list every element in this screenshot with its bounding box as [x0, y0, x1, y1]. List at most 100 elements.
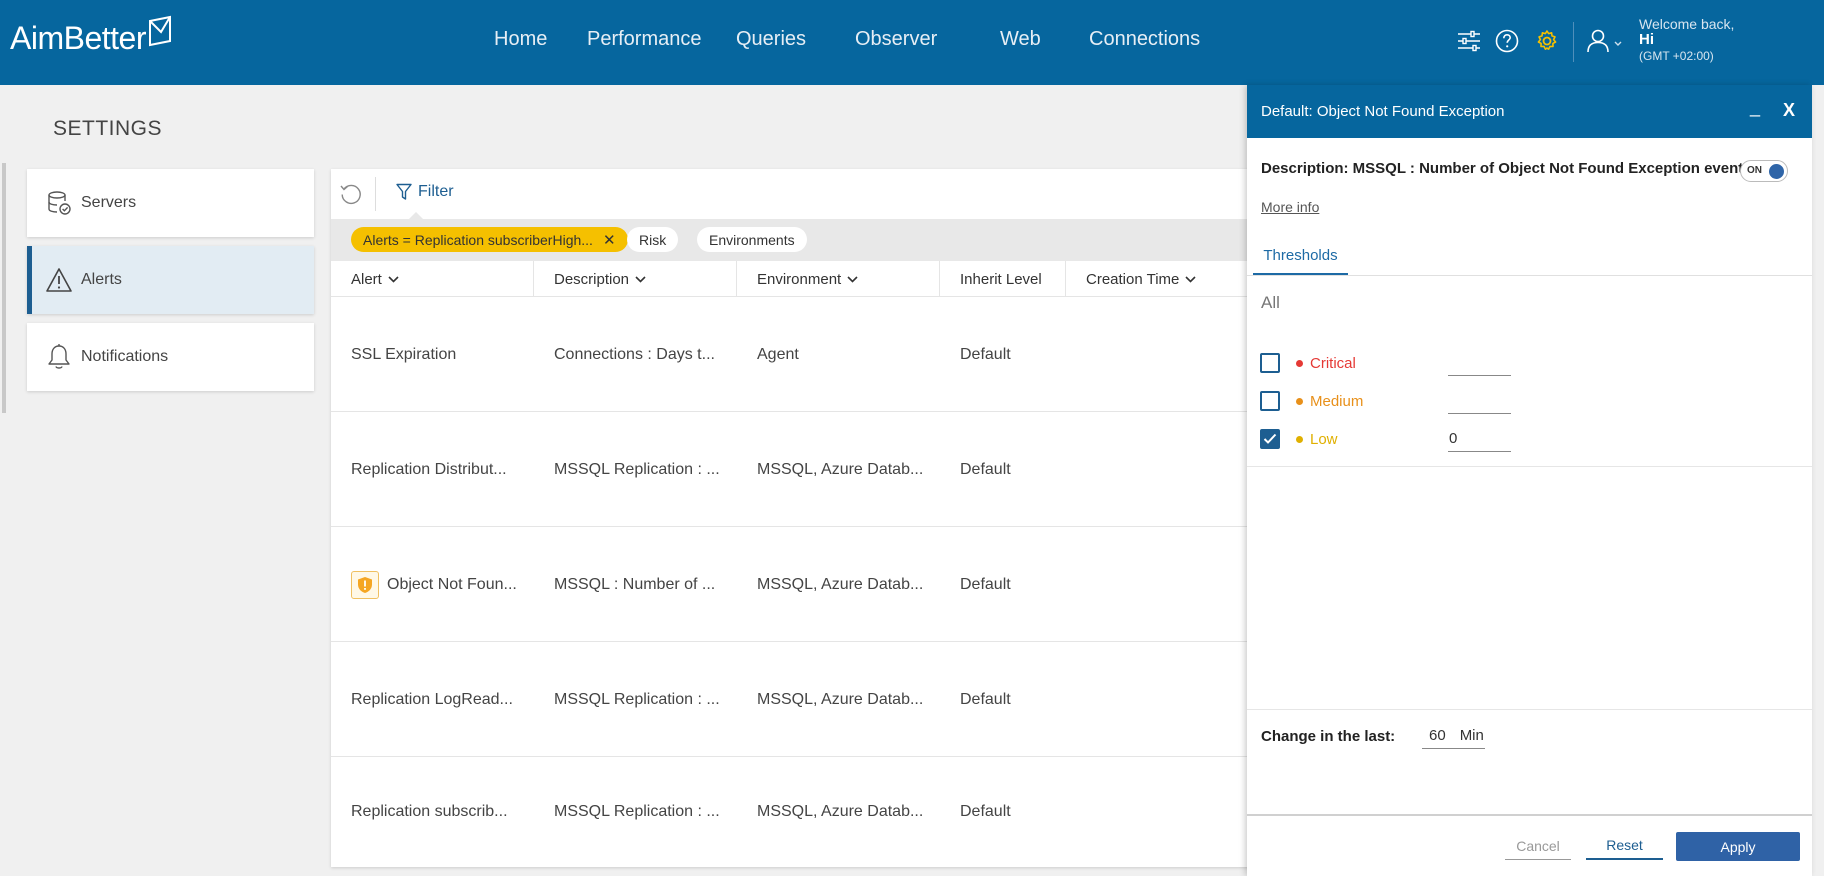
- cell-description: Connections : Days t...: [554, 345, 715, 363]
- cell-inherit-level: Default: [960, 345, 1011, 363]
- shield-alert-icon: [351, 570, 379, 599]
- minimize-button[interactable]: _: [1750, 97, 1760, 118]
- left-edge-strip: [0, 85, 8, 876]
- sidebar-item-label: Servers: [81, 194, 137, 211]
- alerts-table-panel: Filter Alerts = Replication subscriberHi…: [331, 169, 1251, 867]
- warning-icon: [45, 266, 73, 294]
- chip-label: Risk: [639, 231, 667, 248]
- alert-description: Description: MSSQL : Number of Object No…: [1261, 160, 1752, 177]
- change-in-last-input[interactable]: 60 Min: [1422, 722, 1485, 749]
- chip-label: Alerts = Replication subscriberHigh...: [363, 231, 593, 248]
- filter-chip-alerts[interactable]: Alerts = Replication subscriberHigh... ✕: [351, 227, 628, 252]
- gear-icon[interactable]: [1534, 28, 1560, 54]
- filter-chip-bar: Alerts = Replication subscriberHigh... ✕…: [331, 219, 1251, 261]
- timezone-label: (GMT +02:00): [1639, 49, 1714, 63]
- cell-description: MSSQL : Number of ...: [554, 575, 716, 593]
- medium-checkbox[interactable]: [1260, 391, 1280, 411]
- user-name: Hi: [1639, 31, 1654, 48]
- nav-home[interactable]: Home: [494, 28, 547, 51]
- medium-dot-icon: [1296, 398, 1303, 405]
- threshold-row-critical: Critical: [1247, 347, 1812, 383]
- table-row[interactable]: Replication subscrib... MSSQL Replicatio…: [331, 757, 1251, 867]
- cell-alert-text: Object Not Foun...: [387, 575, 517, 593]
- cancel-button[interactable]: Cancel: [1505, 832, 1571, 860]
- reset-button[interactable]: Reset: [1586, 832, 1663, 860]
- severity-critical: Critical: [1296, 355, 1356, 372]
- logo-text: AimBetter: [10, 19, 146, 56]
- critical-threshold-input[interactable]: [1448, 349, 1511, 376]
- left-scrollbar[interactable]: [2, 163, 6, 413]
- threshold-row-medium: Medium: [1247, 385, 1812, 421]
- severity-label: Medium: [1310, 393, 1364, 410]
- sidebar-item-label: Notifications: [81, 348, 169, 365]
- cell-alert: SSL Expiration: [351, 345, 457, 363]
- low-dot-icon: [1296, 436, 1303, 443]
- close-button[interactable]: X: [1783, 100, 1795, 121]
- welcome-text: Welcome back,: [1639, 16, 1735, 32]
- close-icon[interactable]: ✕: [603, 231, 616, 249]
- cell-environment: MSSQL, Azure Datab...: [757, 460, 924, 478]
- logo-envelope-icon: [148, 15, 171, 47]
- table-header: Alert Description Environment Inherit Le…: [331, 261, 1251, 297]
- nav-connections[interactable]: Connections: [1089, 28, 1200, 51]
- help-icon[interactable]: [1494, 28, 1520, 54]
- nav-performance[interactable]: Performance: [587, 28, 702, 51]
- cell-description: MSSQL Replication : ...: [554, 460, 720, 478]
- cell-environment: MSSQL, Azure Datab...: [757, 690, 924, 708]
- alert-enabled-toggle[interactable]: ON: [1740, 160, 1788, 182]
- cell-inherit-level: Default: [960, 575, 1011, 593]
- column-header-description[interactable]: Description: [534, 261, 737, 297]
- column-header-inherit-level[interactable]: Inherit Level: [940, 261, 1066, 297]
- cell-environment: MSSQL, Azure Datab...: [757, 803, 924, 820]
- column-label: Alert: [351, 270, 382, 288]
- database-icon: [45, 189, 73, 217]
- critical-checkbox[interactable]: [1260, 353, 1280, 373]
- filter-chip-risk[interactable]: Risk: [627, 227, 679, 252]
- nav-web[interactable]: Web: [1000, 28, 1041, 51]
- user-icon: [1587, 29, 1622, 53]
- sidebar-item-label: Alerts: [81, 271, 122, 288]
- cell-inherit-level: Default: [960, 460, 1011, 478]
- low-threshold-input[interactable]: [1448, 425, 1511, 452]
- cell-description: MSSQL Replication : ...: [554, 690, 720, 708]
- severity-low: Low: [1296, 431, 1338, 448]
- tab-thresholds[interactable]: Thresholds: [1253, 237, 1348, 275]
- cell-alert: Replication LogRead...: [351, 690, 513, 708]
- cell-alert: Replication subscrib...: [351, 803, 508, 820]
- welcome-block: Welcome back, Hi (GMT +02:00): [1639, 16, 1734, 64]
- table-row[interactable]: Object Not Foun... MSSQL : Number of ...…: [331, 527, 1251, 642]
- sliders-icon[interactable]: [1456, 28, 1482, 54]
- page-title: SETTINGS: [53, 117, 163, 140]
- table-row[interactable]: Replication Distribut... MSSQL Replicati…: [331, 412, 1251, 527]
- drawer-header: Default: Object Not Found Exception _ X: [1247, 85, 1812, 138]
- nav-observer[interactable]: Observer: [855, 28, 937, 51]
- sidebar-item-servers[interactable]: Servers: [27, 169, 314, 237]
- filter-button[interactable]: Filter: [396, 183, 454, 201]
- sidebar-item-alerts[interactable]: Alerts: [27, 246, 314, 314]
- change-in-last-label: Change in the last:: [1261, 728, 1396, 745]
- refresh-icon[interactable]: [339, 182, 363, 206]
- table-row[interactable]: Replication LogRead... MSSQL Replication…: [331, 642, 1251, 757]
- filter-chip-environments[interactable]: Environments: [697, 227, 807, 252]
- column-header-creation-time[interactable]: Creation Time: [1066, 261, 1251, 297]
- column-header-environment[interactable]: Environment: [737, 261, 940, 297]
- severity-label: Critical: [1310, 355, 1356, 372]
- aimbetter-logo[interactable]: AimBetter: [10, 15, 172, 58]
- cell-inherit-level: Default: [960, 690, 1011, 708]
- table-row[interactable]: SSL Expiration Connections : Days t... A…: [331, 297, 1251, 412]
- low-checkbox[interactable]: [1260, 429, 1280, 449]
- critical-dot-icon: [1296, 360, 1303, 367]
- cell-description: MSSQL Replication : ...: [554, 803, 720, 820]
- apply-button[interactable]: Apply: [1676, 832, 1800, 861]
- chevron-down-icon: [388, 275, 399, 283]
- column-header-alert[interactable]: Alert: [331, 261, 534, 297]
- nav-queries[interactable]: Queries: [736, 28, 806, 51]
- chevron-down-icon: [847, 275, 858, 283]
- threshold-row-low: Low: [1247, 423, 1812, 459]
- medium-threshold-input[interactable]: [1448, 387, 1511, 414]
- more-info-link[interactable]: More info: [1261, 199, 1319, 215]
- sidebar-item-notifications[interactable]: Notifications: [27, 323, 314, 391]
- user-menu-button[interactable]: [1586, 28, 1624, 54]
- cell-environment: Agent: [757, 345, 799, 363]
- all-label: All: [1261, 293, 1280, 312]
